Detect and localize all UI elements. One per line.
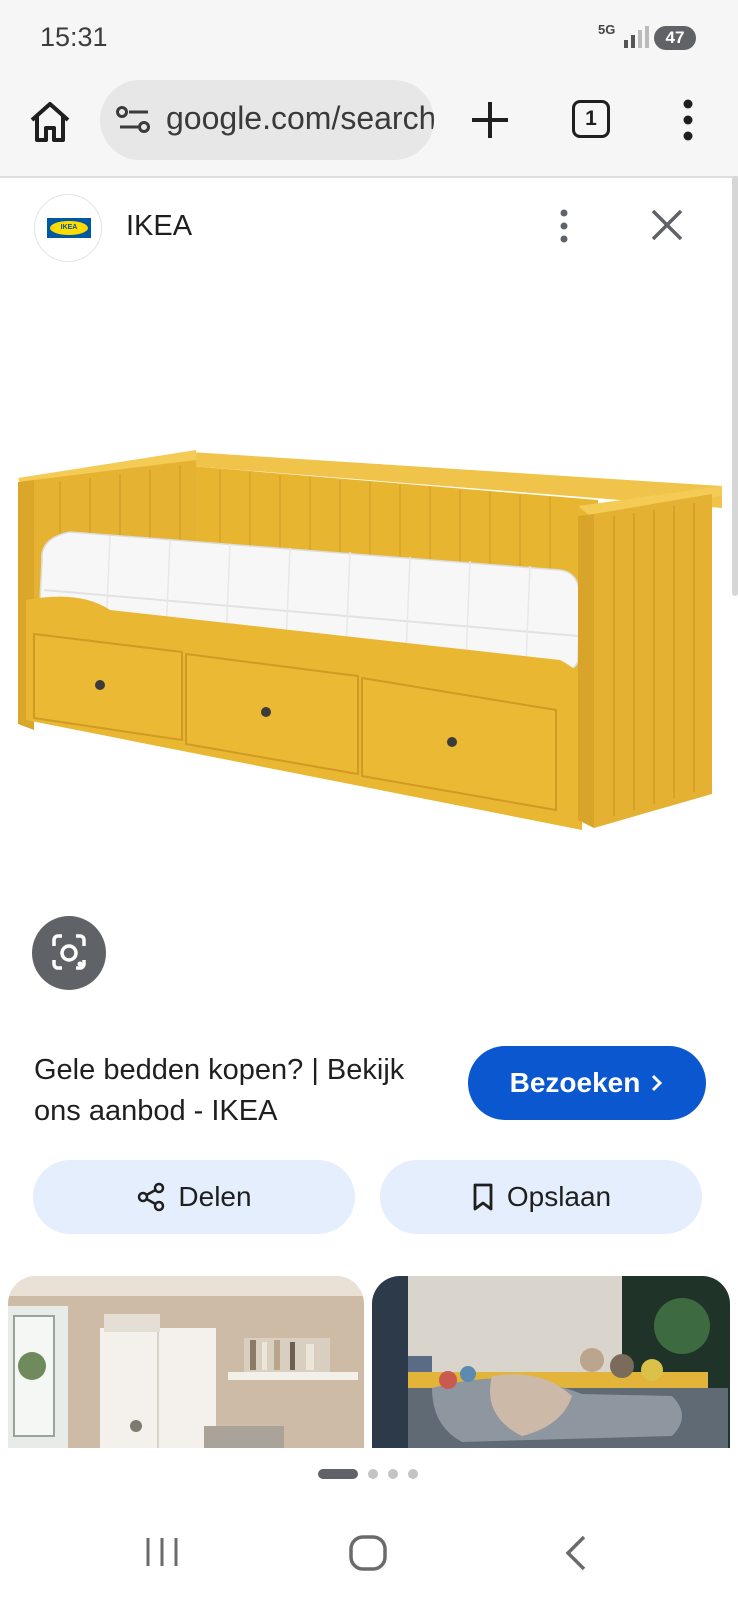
address-bar[interactable]: google.com/search xyxy=(100,80,434,160)
share-icon xyxy=(138,1182,165,1212)
site-settings-icon[interactable] xyxy=(116,106,152,134)
visit-label: Bezoeken xyxy=(509,1067,641,1098)
panel-more-icon[interactable] xyxy=(556,208,572,244)
carousel-page-indicator xyxy=(318,1468,422,1480)
site-name: IKEA xyxy=(126,210,193,242)
share-label: Delen xyxy=(178,1181,252,1212)
site-logo: IKEA xyxy=(34,194,102,262)
nav-home-icon[interactable] xyxy=(348,1534,388,1572)
signal-icon xyxy=(624,26,649,48)
close-icon[interactable] xyxy=(648,206,686,244)
bookmark-icon xyxy=(473,1183,493,1211)
save-button[interactable]: Opslaan xyxy=(380,1160,702,1234)
room-photo-1 xyxy=(8,1276,364,1448)
more-vert-icon[interactable] xyxy=(676,98,700,142)
lens-button[interactable] xyxy=(32,916,106,990)
room-photo-2 xyxy=(372,1276,730,1448)
back-icon[interactable] xyxy=(564,1534,588,1572)
related-image-1[interactable] xyxy=(8,1276,364,1448)
related-image-2[interactable] xyxy=(372,1276,730,1448)
page-dot xyxy=(368,1469,378,1479)
url-text[interactable]: google.com/search xyxy=(166,100,434,137)
ikea-logo-icon: IKEA xyxy=(47,218,91,238)
page-dot xyxy=(408,1469,418,1479)
new-tab-icon[interactable] xyxy=(468,98,512,142)
lens-icon xyxy=(52,934,86,970)
chevron-right-icon xyxy=(652,1074,663,1092)
visit-button[interactable]: Bezoeken xyxy=(468,1046,706,1120)
save-label: Opslaan xyxy=(506,1181,612,1212)
result-title[interactable]: Gele bedden kopen? | Bekijk ons aanbod -… xyxy=(34,1050,454,1132)
tab-switcher-button[interactable]: 1 xyxy=(572,100,610,138)
page-dot-active xyxy=(318,1469,358,1479)
battery-icon: 47 xyxy=(654,26,696,50)
logo-text: IKEA xyxy=(50,221,88,235)
share-button[interactable]: Delen xyxy=(33,1160,355,1234)
network-indicator: 5G xyxy=(598,22,616,37)
status-time: 15:31 xyxy=(40,22,108,52)
home-icon[interactable] xyxy=(26,98,74,146)
page-dot xyxy=(388,1469,398,1479)
recent-apps-icon[interactable] xyxy=(145,1536,179,1568)
product-image[interactable] xyxy=(0,420,738,890)
